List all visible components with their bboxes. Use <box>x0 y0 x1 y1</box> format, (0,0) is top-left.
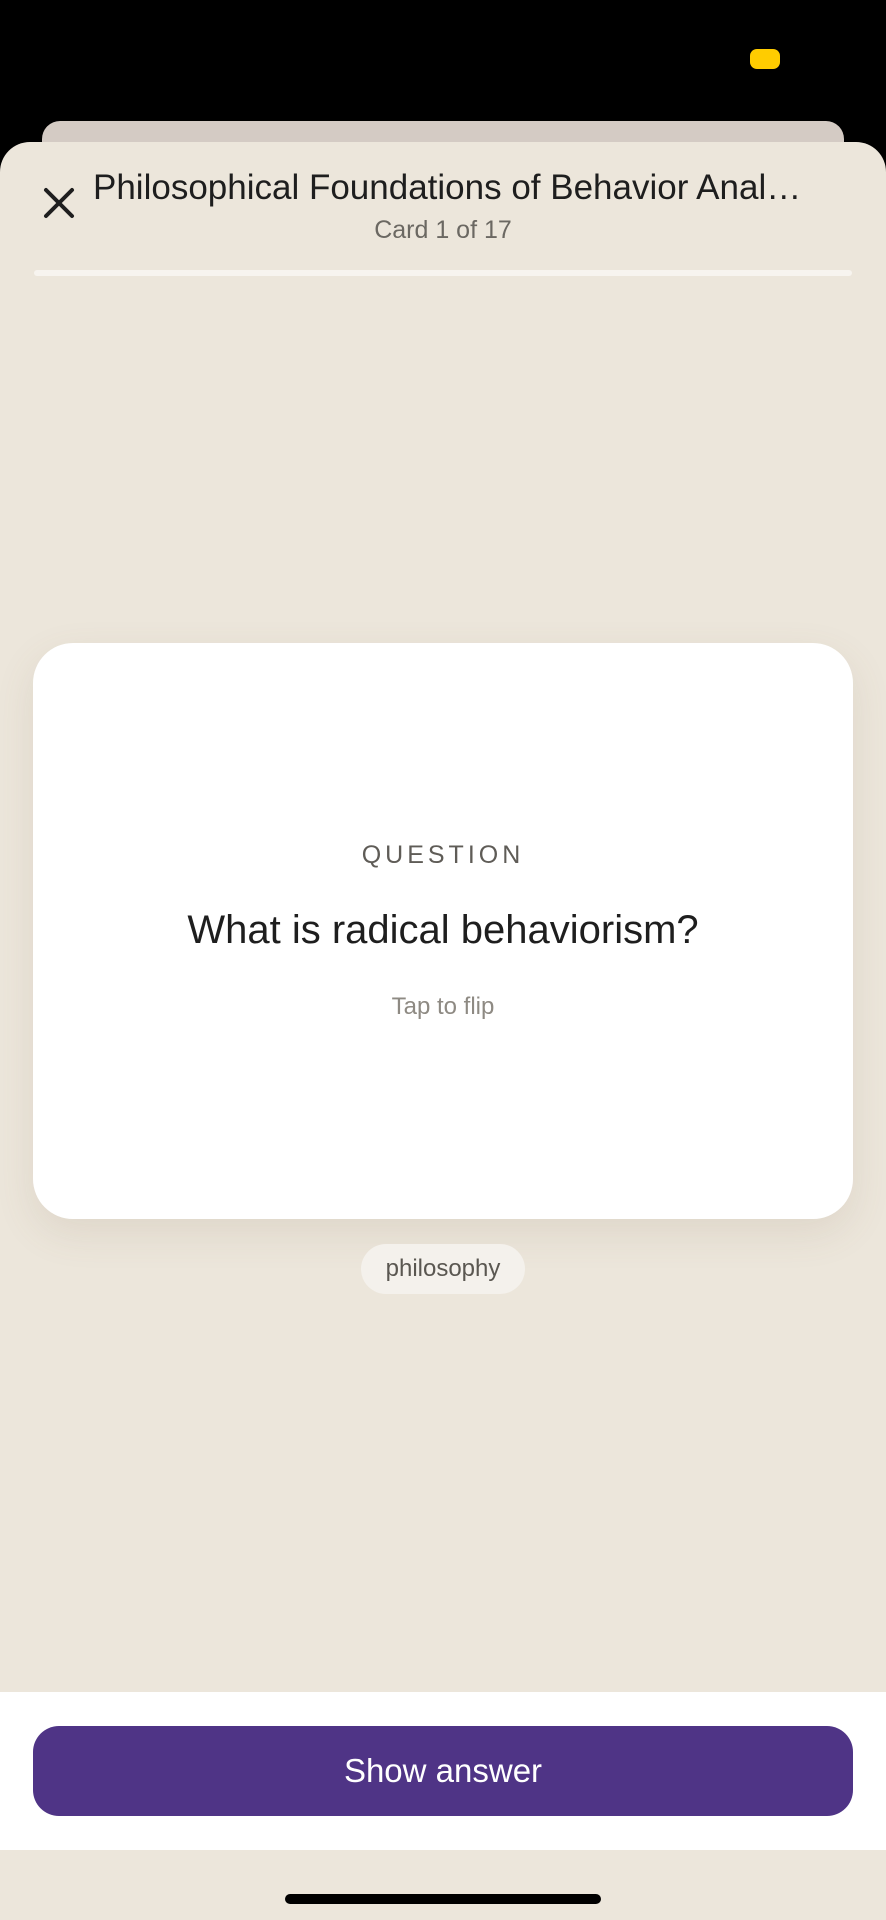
progress-bar <box>34 270 852 276</box>
show-answer-button[interactable]: Show answer <box>33 1726 853 1816</box>
status-indicator <box>750 49 780 69</box>
home-indicator <box>285 1894 601 1904</box>
tag-chip: philosophy <box>361 1244 525 1294</box>
card-side-label: QUESTION <box>361 841 525 869</box>
status-bar <box>0 0 886 140</box>
card-question: What is radical behaviorism? <box>187 908 699 952</box>
deck-title: Philosophical Foundations of Behavior An… <box>93 168 802 207</box>
card-counter: Card 1 of 17 <box>374 216 512 244</box>
tap-to-flip-hint: Tap to flip <box>391 993 495 1020</box>
